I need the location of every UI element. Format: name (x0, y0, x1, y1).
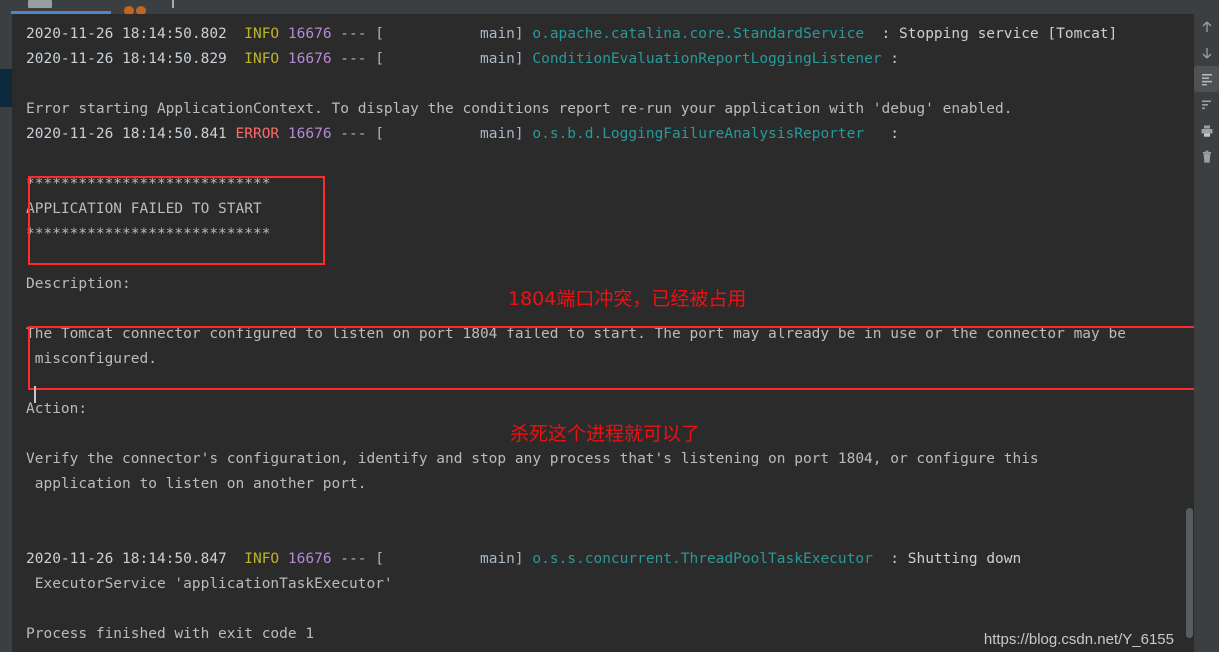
log-segment: o.apache.catalina.core.StandardService (532, 26, 865, 42)
console-line-list: 2020-11-26 18:14:50.802 INFO 16676 --- [… (12, 14, 1194, 647)
log-segment: 16676 (279, 551, 332, 567)
log-segment: 2020-11-26 18:14:50.841 (26, 126, 236, 142)
action-line-2: application to listen on another port. (12, 472, 1194, 497)
log-segment: **************************** (26, 176, 271, 192)
log-executor-service: ExecutorService 'applicationTaskExecutor… (12, 572, 1194, 597)
desc-line-2: misconfigured. (12, 347, 1194, 372)
ide-run-console-window: 2020-11-26 18:14:50.802 INFO 16676 --- [… (0, 0, 1219, 652)
console-side-toolbar (1194, 14, 1219, 652)
log-stopping-service: 2020-11-26 18:14:50.802 INFO 16676 --- [… (12, 22, 1194, 47)
log-segment: ERROR (235, 126, 280, 142)
console-output-area[interactable]: 2020-11-26 18:14:50.802 INFO 16676 --- [… (12, 14, 1194, 652)
log-segment: --- [ (331, 26, 384, 42)
stop-chip-icon[interactable] (28, 0, 52, 8)
print-icon[interactable] (1194, 118, 1219, 144)
log-condition-eval: 2020-11-26 18:14:50.829 INFO 16676 --- [… (12, 47, 1194, 72)
console-toolbar (0, 0, 1219, 14)
log-error-starting-context: Error starting ApplicationContext. To di… (12, 97, 1194, 122)
log-segment: INFO (235, 51, 280, 67)
banner-title: APPLICATION FAILED TO START (12, 197, 1194, 222)
console-gutter (0, 14, 12, 652)
log-failure-analysis-reporter: 2020-11-26 18:14:50.841 ERROR 16676 --- … (12, 122, 1194, 147)
scroll-down-icon[interactable] (1194, 40, 1219, 66)
log-segment: 2020-11-26 18:14:50.829 (26, 51, 236, 67)
scroll-up-icon[interactable] (1194, 14, 1219, 40)
watermark-url: https://blog.csdn.net/Y_6155 (983, 631, 1174, 648)
log-segment: Error starting ApplicationContext. To di… (26, 101, 1013, 117)
log-segment: o.s.b.d.LoggingFailureAnalysisReporter (532, 126, 865, 142)
log-segment: 16676 (279, 126, 332, 142)
log-segment: INFO (235, 26, 280, 42)
log-segment: : (864, 126, 900, 142)
divider-icon (172, 0, 174, 8)
log-segment: **************************** (26, 226, 271, 242)
log-segment: : (881, 51, 900, 67)
soft-wrap-icon[interactable] (1194, 66, 1219, 92)
log-segment: --- [ (331, 551, 384, 567)
log-segment: --- [ (331, 126, 384, 142)
console-vertical-scrollbar[interactable] (1184, 14, 1194, 652)
log-segment: misconfigured. (26, 351, 157, 367)
coffee-beans-icon[interactable] (124, 0, 150, 14)
log-segment: application to listen on another port. (26, 476, 367, 492)
log-segment: ExecutorService 'applicationTaskExecutor… (26, 576, 393, 592)
log-threadpool-shutdown: 2020-11-26 18:14:50.847 INFO 16676 --- [… (12, 547, 1194, 572)
console-scrollbar-thumb[interactable] (1186, 508, 1193, 638)
log-segment: Description: (26, 276, 131, 292)
gutter-selection-marker (0, 69, 12, 107)
log-segment: main] (383, 551, 533, 567)
log-segment: The Tomcat connector configured to liste… (26, 326, 1126, 342)
log-segment: : Stopping service [Tomcat] (864, 26, 1118, 42)
log-segment: Process finished with exit code 1 (26, 626, 315, 642)
log-segment: ConditionEvaluationReportLoggingListener (532, 51, 882, 67)
log-segment: main] (383, 51, 533, 67)
trash-icon[interactable] (1194, 144, 1219, 170)
annotation-port-conflict: 1804端口冲突，已经被占用 (508, 288, 747, 310)
log-segment: o.s.s.concurrent.ThreadPoolTaskExecutor (532, 551, 873, 567)
desc-line-1: The Tomcat connector configured to liste… (12, 322, 1194, 347)
banner-bottom: **************************** (12, 222, 1194, 247)
action-line-1: Verify the connector's configuration, id… (12, 447, 1194, 472)
log-segment: : Shutting down (872, 551, 1022, 567)
log-segment: main] (383, 126, 533, 142)
log-segment: 16676 (279, 51, 332, 67)
banner-top: **************************** (12, 172, 1194, 197)
log-segment: 16676 (279, 26, 332, 42)
text-caret (34, 386, 36, 403)
log-segment: main] (383, 26, 533, 42)
log-segment: 2020-11-26 18:14:50.802 (26, 26, 236, 42)
log-segment: INFO (235, 551, 280, 567)
annotation-kill-process: 杀死这个进程就可以了 (510, 423, 701, 445)
log-segment: 2020-11-26 18:14:50.847 (26, 551, 236, 567)
log-segment: APPLICATION FAILED TO START (26, 201, 262, 217)
log-segment: Action: (26, 401, 88, 417)
log-segment: Verify the connector's configuration, id… (26, 451, 1039, 467)
log-segment: --- [ (331, 51, 384, 67)
filter-icon[interactable] (1194, 92, 1219, 118)
